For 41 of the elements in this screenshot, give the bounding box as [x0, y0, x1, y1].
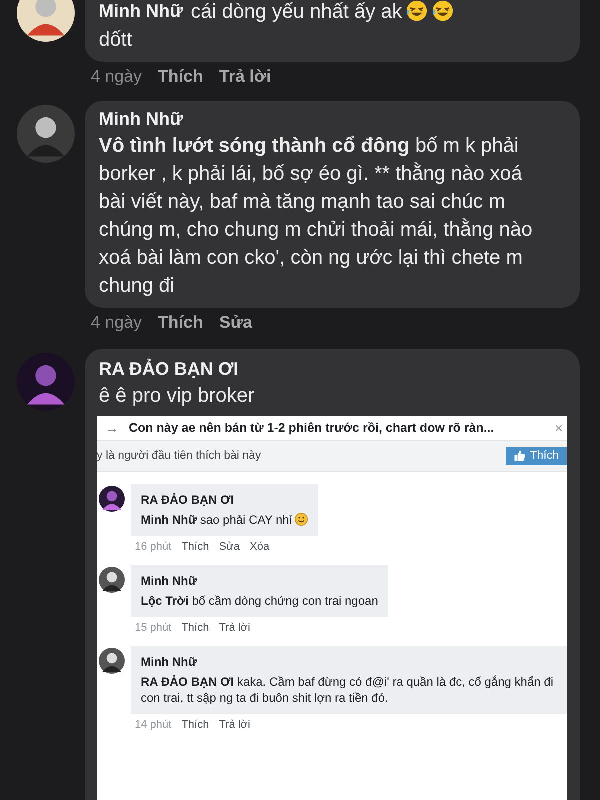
- action-link[interactable]: Trả lời: [219, 622, 250, 634]
- avatar[interactable]: [17, 105, 75, 163]
- author-name[interactable]: Minh Nhữ: [99, 109, 184, 129]
- post-title: Con này ae nên bán từ 1-2 phiên trước rồi, chart dow rõ ràn...: [129, 421, 496, 435]
- comment-time: 4 ngày: [91, 67, 142, 87]
- action-link[interactable]: Thích: [158, 67, 204, 87]
- author-name[interactable]: Minh Nhữ: [141, 655, 198, 669]
- comment-text: ê ê pro vip broker: [99, 385, 255, 407]
- comment-text: Vô tình lướt sóng thành cổ đông bố m k phải borker , k phải lái, bố sợ éo gì. ** thằng nào xoá bài viết này, baf mà tăng mạnh tao sai chúc m chúng m, cho chung m chửi thoải mái, thằng nào xoá bài làm con cko', còn ng ước lại thì chete m chung đi: [99, 135, 533, 297]
- avatar[interactable]: [99, 567, 125, 593]
- action-link[interactable]: Sửa: [219, 541, 240, 553]
- comment-time: 4 ngày: [91, 313, 142, 333]
- avatar[interactable]: [17, 0, 75, 42]
- action-link[interactable]: Xóa: [250, 541, 270, 553]
- likes-text: y là người đầu tiên thích bài này: [97, 450, 262, 462]
- comment-text: Minh Nhữ sao phải CAY nhỉ: [141, 513, 292, 527]
- action-link[interactable]: Thích: [182, 622, 210, 634]
- author-name[interactable]: RA ĐẢO BẠN ƠI: [141, 493, 234, 507]
- comment-time: 14 phút: [135, 719, 172, 731]
- action-link[interactable]: Trả lời: [219, 719, 250, 731]
- arrow-icon[interactable]: →: [105, 420, 119, 436]
- avatar[interactable]: [99, 648, 125, 674]
- action-link[interactable]: Thích: [158, 313, 204, 333]
- comment-text: Lộc Trời bố cầm dòng chứng con trai ngoan: [141, 594, 378, 608]
- action-link[interactable]: Thích: [182, 719, 210, 731]
- author-name[interactable]: Minh Nhữ: [99, 0, 184, 25]
- author-name[interactable]: RA ĐẢO BẠN ƠI: [99, 359, 239, 379]
- action-link[interactable]: Trả lời: [219, 67, 272, 87]
- action-link[interactable]: Thích: [182, 541, 210, 553]
- comment-text: RA ĐẢO BẠN ƠI kaka. Cầm baf đừng có đ@i' ra quần là đc, cố gắng khẩn đi con trai, tt sập ng ta đi buôn shit lợn ra tiền đó.: [141, 675, 554, 705]
- comment-time: 15 phút: [135, 622, 172, 634]
- action-link[interactable]: Sửa: [219, 313, 252, 333]
- comment-text: dốtt: [99, 29, 132, 51]
- avatar[interactable]: [99, 486, 125, 512]
- comment-time: 16 phút: [135, 541, 172, 553]
- author-name[interactable]: Minh Nhữ: [141, 574, 198, 588]
- laughing-emoji-icon: [406, 0, 428, 22]
- smiley-emoji-icon: [294, 513, 308, 526]
- laughing-emoji-icon: [432, 0, 454, 22]
- thumbs-up-icon: [514, 450, 526, 462]
- comment-text: cái dòng yếu nhất ấy ak: [191, 1, 402, 23]
